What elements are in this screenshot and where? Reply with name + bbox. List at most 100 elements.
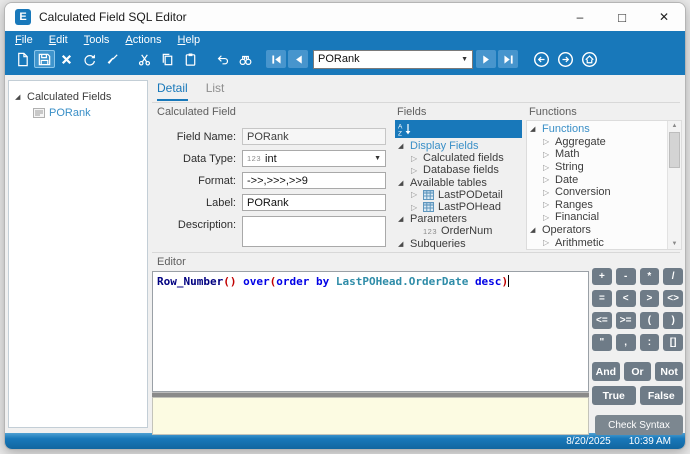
expanded-icon[interactable]: ◢: [398, 142, 410, 150]
menu-tools[interactable]: Tools: [84, 34, 110, 46]
functions-item-functions[interactable]: ◢Functions: [527, 123, 668, 136]
data-type-select[interactable]: 123int▼: [242, 150, 386, 167]
functions-item-financial[interactable]: ▷Financial: [527, 211, 668, 224]
keypad-divide-button[interactable]: /: [663, 268, 683, 285]
toolbar-clean-button[interactable]: [101, 49, 124, 69]
collapsed-icon[interactable]: ▷: [543, 188, 555, 197]
functions-scrollbar[interactable]: ▲ ▼: [667, 121, 681, 249]
functions-item-boolean[interactable]: ▷Boolean: [527, 249, 668, 250]
scroll-down-icon[interactable]: ▼: [672, 239, 678, 249]
keypad-or-button[interactable]: Or: [624, 362, 652, 381]
collapsed-icon[interactable]: ▷: [543, 213, 555, 222]
functions-item-aggregate[interactable]: ▷Aggregate: [527, 136, 668, 149]
functions-item-arithmetic[interactable]: ▷Arithmetic: [527, 236, 668, 249]
fields-item-available-tables[interactable]: ◢Available tables: [395, 177, 522, 189]
keypad-greater-equal-button[interactable]: >=: [616, 312, 636, 329]
keypad-false-button[interactable]: False: [640, 386, 684, 405]
sql-code-editor[interactable]: Row_Number() over(order by LastPOHead.Or…: [152, 271, 589, 392]
toolbar-paste-button[interactable]: [179, 49, 202, 69]
keypad-less-than-button[interactable]: <: [616, 290, 636, 307]
expanded-icon[interactable]: ◢: [15, 93, 27, 101]
keypad-close-paren-button[interactable]: ): [663, 312, 683, 329]
expanded-icon[interactable]: ◢: [530, 226, 542, 234]
collapsed-icon[interactable]: ▷: [411, 190, 423, 199]
collapsed-icon[interactable]: ▷: [543, 137, 555, 146]
toolbar-delete-button[interactable]: [55, 49, 78, 69]
navigate-forward-button[interactable]: [556, 50, 574, 68]
functions-item-math[interactable]: ▷Math: [527, 148, 668, 161]
collapsed-icon[interactable]: ▷: [543, 150, 555, 159]
navigate-home-button[interactable]: [580, 50, 598, 68]
maximize-button[interactable]: □: [601, 3, 643, 31]
keypad-comma-button[interactable]: ,: [616, 334, 636, 351]
expanded-icon[interactable]: ◢: [398, 240, 410, 248]
fields-item-database-fields[interactable]: ▷Database fields: [395, 164, 522, 176]
expanded-icon[interactable]: ◢: [530, 125, 542, 133]
description-input[interactable]: [242, 216, 386, 247]
scroll-up-icon[interactable]: ▲: [672, 121, 678, 131]
toolbar-refresh-button[interactable]: [78, 49, 101, 69]
keypad-open-paren-button[interactable]: (: [640, 312, 660, 329]
keypad-plus-button[interactable]: +: [592, 268, 612, 285]
functions-item-conversion[interactable]: ▷Conversion: [527, 186, 668, 199]
collapsed-icon[interactable]: ▷: [411, 203, 423, 212]
chevron-down-icon[interactable]: ▼: [461, 56, 468, 63]
keypad-brackets-button[interactable]: []: [663, 334, 683, 351]
minimize-button[interactable]: –: [559, 3, 601, 31]
keypad-minus-button[interactable]: -: [616, 268, 636, 285]
fields-item-ordernum[interactable]: 123OrderNum: [395, 225, 522, 237]
fields-item-subqueries[interactable]: ◢Subqueries: [395, 238, 522, 250]
record-next-button[interactable]: [476, 50, 496, 68]
check-syntax-button[interactable]: Check Syntax: [595, 415, 683, 435]
collapsed-icon[interactable]: ▷: [543, 163, 555, 172]
navigate-back-button[interactable]: [532, 50, 550, 68]
label-input[interactable]: PORank: [242, 194, 386, 211]
tree-item-calculated-fields[interactable]: ◢ Calculated Fields: [9, 89, 147, 105]
keypad-greater-than-button[interactable]: >: [640, 290, 660, 307]
collapsed-icon[interactable]: ▷: [411, 154, 423, 163]
functions-item-string[interactable]: ▷String: [527, 161, 668, 174]
tab-detail[interactable]: Detail: [157, 81, 188, 101]
record-previous-button[interactable]: [288, 50, 308, 68]
menu-file[interactable]: File: [15, 34, 33, 46]
keypad-not-equal-button[interactable]: <>: [663, 290, 683, 307]
close-button[interactable]: ✕: [643, 3, 685, 31]
fields-item-lastpodetail[interactable]: ▷LastPODetail: [395, 189, 522, 201]
menu-edit[interactable]: Edit: [49, 34, 68, 46]
tree-item-porank[interactable]: PORank: [9, 105, 147, 121]
keypad-not-button[interactable]: Not: [655, 362, 683, 381]
keypad-equals-button[interactable]: =: [592, 290, 612, 307]
record-last-button[interactable]: [498, 50, 518, 68]
toolbar-find-button[interactable]: [234, 49, 257, 69]
expanded-icon[interactable]: ◢: [398, 179, 410, 187]
keypad-quote-button[interactable]: ": [592, 334, 612, 351]
functions-item-operators[interactable]: ◢Operators: [527, 224, 668, 237]
keypad-colon-button[interactable]: :: [640, 334, 660, 351]
record-selector[interactable]: PORank▼: [313, 50, 473, 69]
record-first-button[interactable]: [266, 50, 286, 68]
functions-item-date[interactable]: ▷Date: [527, 173, 668, 186]
fields-item-lastpohead[interactable]: ▷LastPOHead: [395, 201, 522, 213]
keypad-true-button[interactable]: True: [592, 386, 636, 405]
collapsed-icon[interactable]: ▷: [411, 166, 423, 175]
fields-item-parameters[interactable]: ◢Parameters: [395, 213, 522, 225]
toolbar-copy-button[interactable]: [156, 49, 179, 69]
tab-list[interactable]: List: [206, 81, 225, 101]
collapsed-icon[interactable]: ▷: [543, 238, 555, 247]
toolbar-undo-button[interactable]: [211, 49, 234, 69]
collapsed-icon[interactable]: ▷: [543, 200, 555, 209]
keypad-and-button[interactable]: And: [592, 362, 620, 381]
fields-item-calculated-fields[interactable]: ▷Calculated fields: [395, 152, 522, 164]
toolbar-cut-button[interactable]: [133, 49, 156, 69]
functions-item-ranges[interactable]: ▷Ranges: [527, 199, 668, 212]
sort-az-icon[interactable]: AZ: [398, 122, 412, 136]
scrollbar-thumb[interactable]: [669, 132, 680, 168]
menu-help[interactable]: Help: [178, 34, 201, 46]
keypad-multiply-button[interactable]: *: [640, 268, 660, 285]
fields-item-display-fields[interactable]: ◢Display Fields: [395, 140, 522, 152]
format-input[interactable]: ->>,>>>,>>9: [242, 172, 386, 189]
expanded-icon[interactable]: ◢: [398, 215, 410, 223]
collapsed-icon[interactable]: ▷: [543, 175, 555, 184]
toolbar-save-button[interactable]: [34, 50, 55, 68]
menu-actions[interactable]: Actions: [125, 34, 161, 46]
